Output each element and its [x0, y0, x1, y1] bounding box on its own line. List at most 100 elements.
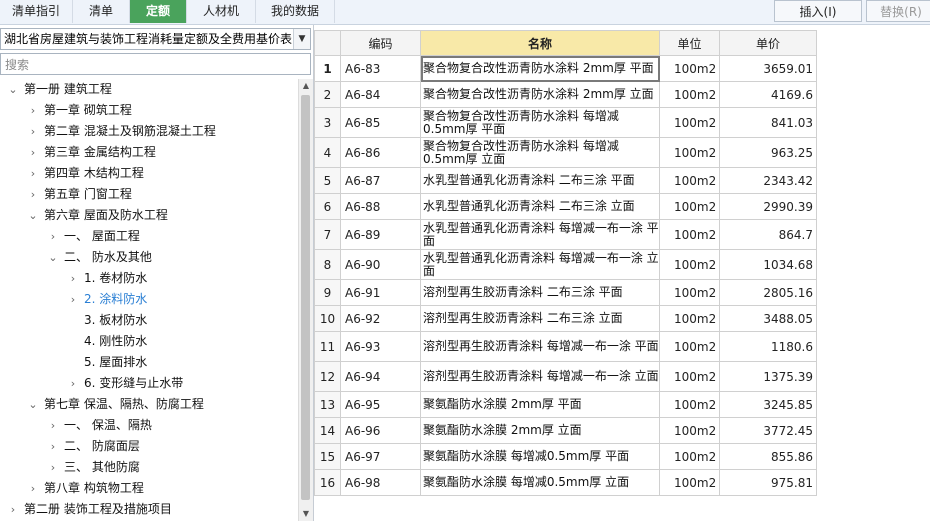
chevron-right-icon[interactable]: ›	[46, 415, 60, 436]
tree-node[interactable]: ⌄ 二、 防水及其他	[46, 247, 151, 268]
unit-cell[interactable]: 100m2	[659, 279, 720, 306]
price-cell[interactable]: 4169.6	[719, 81, 817, 108]
unit-cell[interactable]: 100m2	[659, 167, 720, 194]
row-index-cell[interactable]: 6	[314, 193, 341, 220]
price-cell[interactable]: 2343.42	[719, 167, 817, 194]
name-cell[interactable]: 水乳型普通乳化沥青涂料 二布三涂 平面	[420, 167, 660, 194]
code-cell[interactable]: A6-97	[340, 443, 421, 470]
name-cell[interactable]: 聚合物复合改性沥青防水涂料 2mm厚 平面	[420, 55, 660, 82]
table-row[interactable]: 13 A6-95 聚氨酯防水涂膜 2mm厚 平面 100m2 3245.85	[314, 391, 817, 418]
tree-node[interactable]: › 第四章 木结构工程	[26, 163, 144, 184]
tree-node[interactable]: ⌄ 第六章 屋面及防水工程	[26, 205, 167, 226]
table-row[interactable]: 1 A6-83 聚合物复合改性沥青防水涂料 2mm厚 平面 100m2 3659.01	[314, 55, 817, 82]
row-index-cell[interactable]: 10	[314, 305, 341, 332]
code-cell[interactable]: A6-84	[340, 81, 421, 108]
row-index-cell[interactable]: 5	[314, 167, 341, 194]
tree-node[interactable]: › 一、 保温、隔热	[46, 415, 152, 436]
tree-node[interactable]: › 三、 其他防腐	[46, 457, 140, 478]
insert-button[interactable]: 插入(I)	[774, 0, 862, 22]
code-cell[interactable]: A6-87	[340, 167, 421, 194]
tab-my-data[interactable]: 我的数据	[256, 0, 335, 23]
price-cell[interactable]: 3245.85	[719, 391, 817, 418]
header-price[interactable]: 单价	[719, 30, 817, 56]
tree-node[interactable]: › 第三章 金属结构工程	[26, 142, 156, 163]
table-row[interactable]: 7 A6-89 水乳型普通乳化沥青涂料 每增减一布一涂 平面 100m2 864.7	[314, 219, 817, 250]
code-cell[interactable]: A6-85	[340, 107, 421, 138]
row-index-cell[interactable]: 1	[314, 55, 341, 82]
chevron-right-icon[interactable]: ›	[26, 142, 40, 163]
chevron-down-icon[interactable]: ⌄	[26, 394, 40, 415]
chevron-right-icon[interactable]: ›	[6, 499, 20, 520]
tree-node[interactable]: ⌄ 第一册 建筑工程	[6, 79, 111, 100]
tab-labor-material[interactable]: 人材机	[187, 0, 256, 23]
header-unit[interactable]: 单位	[659, 30, 720, 56]
unit-cell[interactable]: 100m2	[659, 443, 720, 470]
price-cell[interactable]: 3772.45	[719, 417, 817, 444]
tree-node[interactable]: ⌄ 第七章 保温、隔热、防腐工程	[26, 394, 203, 415]
row-index-cell[interactable]: 9	[314, 279, 341, 306]
tree-node[interactable]: › 第五章 门窗工程	[26, 184, 132, 205]
name-cell[interactable]: 聚合物复合改性沥青防水涂料 每增减0.5mm厚 立面	[420, 137, 660, 168]
unit-cell[interactable]: 100m2	[659, 249, 720, 280]
unit-cell[interactable]: 100m2	[659, 55, 720, 82]
name-cell[interactable]: 水乳型普通乳化沥青涂料 每增减一布一涂 立面	[420, 249, 660, 280]
tree-node[interactable]: › 第八章 构筑物工程	[26, 478, 144, 499]
scroll-thumb[interactable]	[301, 95, 310, 500]
search-input[interactable]	[3, 55, 307, 75]
unit-cell[interactable]: 100m2	[659, 219, 720, 250]
unit-cell[interactable]: 100m2	[659, 81, 720, 108]
chevron-right-icon[interactable]: ›	[66, 268, 80, 289]
unit-cell[interactable]: 100m2	[659, 469, 720, 496]
row-index-cell[interactable]: 7	[314, 219, 341, 250]
name-cell[interactable]: 溶剂型再生胶沥青涂料 二布三涂 立面	[420, 305, 660, 332]
row-index-cell[interactable]: 2	[314, 81, 341, 108]
chevron-right-icon[interactable]: ›	[26, 100, 40, 121]
search-box[interactable]	[0, 53, 311, 75]
unit-cell[interactable]: 100m2	[659, 107, 720, 138]
row-index-cell[interactable]: 14	[314, 417, 341, 444]
row-index-cell[interactable]: 4	[314, 137, 341, 168]
row-index-cell[interactable]: 8	[314, 249, 341, 280]
price-cell[interactable]: 2990.39	[719, 193, 817, 220]
scroll-down-icon[interactable]: ▼	[299, 507, 313, 521]
header-name[interactable]: 名称	[420, 30, 660, 56]
tree-node[interactable]: › 6. 变形缝与止水带	[66, 373, 183, 394]
tree-node[interactable]: › 一、 屋面工程	[46, 226, 140, 247]
tree-node[interactable]: › 第二章 混凝土及钢筋混凝土工程	[26, 121, 216, 142]
price-cell[interactable]: 864.7	[719, 219, 817, 250]
chevron-right-icon[interactable]: ›	[66, 289, 80, 310]
row-index-cell[interactable]: 11	[314, 331, 341, 362]
code-cell[interactable]: A6-95	[340, 391, 421, 418]
code-cell[interactable]: A6-88	[340, 193, 421, 220]
unit-cell[interactable]: 100m2	[659, 417, 720, 444]
tab-bill-guide[interactable]: 清单指引	[0, 0, 73, 23]
unit-cell[interactable]: 100m2	[659, 305, 720, 332]
unit-cell[interactable]: 100m2	[659, 137, 720, 168]
code-cell[interactable]: A6-83	[340, 55, 421, 82]
price-cell[interactable]: 1180.6	[719, 331, 817, 362]
table-row[interactable]: 5 A6-87 水乳型普通乳化沥青涂料 二布三涂 平面 100m2 2343.42	[314, 167, 817, 194]
unit-cell[interactable]: 100m2	[659, 331, 720, 362]
tab-quota[interactable]: 定额	[130, 0, 187, 23]
table-row[interactable]: 15 A6-97 聚氨酯防水涂膜 每增减0.5mm厚 平面 100m2 855.86	[314, 443, 817, 470]
price-cell[interactable]: 3488.05	[719, 305, 817, 332]
row-index-cell[interactable]: 12	[314, 361, 341, 392]
code-cell[interactable]: A6-96	[340, 417, 421, 444]
code-cell[interactable]: A6-86	[340, 137, 421, 168]
price-cell[interactable]: 963.25	[719, 137, 817, 168]
price-cell[interactable]: 1375.39	[719, 361, 817, 392]
header-code[interactable]: 编码	[340, 30, 421, 56]
unit-cell[interactable]: 100m2	[659, 361, 720, 392]
tree-node[interactable]: 4. 刚性防水	[66, 331, 147, 352]
code-cell[interactable]: A6-91	[340, 279, 421, 306]
row-index-cell[interactable]: 16	[314, 469, 341, 496]
chevron-right-icon[interactable]: ›	[26, 184, 40, 205]
unit-cell[interactable]: 100m2	[659, 391, 720, 418]
tree-node[interactable]: 5. 屋面排水	[66, 352, 147, 373]
table-row[interactable]: 12 A6-94 溶剂型再生胶沥青涂料 每增减一布一涂 立面 100m2 1375.39	[314, 361, 817, 392]
unit-cell[interactable]: 100m2	[659, 193, 720, 220]
name-cell[interactable]: 水乳型普通乳化沥青涂料 每增减一布一涂 平面	[420, 219, 660, 250]
row-index-cell[interactable]: 3	[314, 107, 341, 138]
library-select[interactable]: 湖北省房屋建筑与装饰工程消耗量定额及全费用基价表(2018) ▼	[0, 28, 311, 50]
table-row[interactable]: 10 A6-92 溶剂型再生胶沥青涂料 二布三涂 立面 100m2 3488.05	[314, 305, 817, 332]
